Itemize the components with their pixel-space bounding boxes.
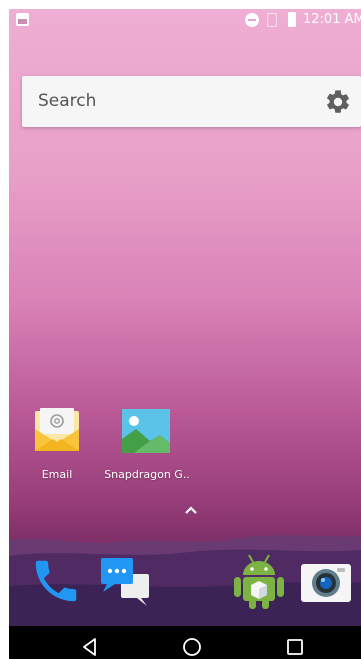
home-icon[interactable] xyxy=(181,636,203,658)
phone-icon[interactable] xyxy=(29,554,83,608)
app-email-label: Email xyxy=(41,468,73,481)
battery-icon xyxy=(288,12,296,27)
recent-apps-icon[interactable] xyxy=(285,637,305,657)
image-notification-icon xyxy=(16,13,29,26)
app-gallery-label: Snapdragon G.. xyxy=(104,468,190,481)
status-time: 12:01 AM xyxy=(303,12,361,27)
app-email[interactable]: Email xyxy=(25,400,89,490)
gear-icon[interactable] xyxy=(323,88,353,116)
email-icon xyxy=(35,408,79,451)
back-icon[interactable] xyxy=(79,636,101,658)
messages-icon[interactable] xyxy=(97,554,153,610)
no-sim-icon xyxy=(267,13,277,27)
gallery-icon xyxy=(122,409,170,453)
search-input[interactable]: Search xyxy=(38,91,96,111)
android-icon[interactable] xyxy=(231,551,287,611)
search-bar[interactable]: Search xyxy=(22,76,361,127)
camera-icon[interactable] xyxy=(297,558,355,606)
app-gallery[interactable]: Snapdragon G.. xyxy=(104,400,190,490)
dock xyxy=(9,526,361,626)
status-bar: 12:01 AM xyxy=(9,9,361,31)
home-screen: 12:01 AM Search Email Snapdragon G.. xyxy=(9,9,361,659)
do-not-disturb-icon xyxy=(245,13,259,27)
navigation-bar xyxy=(9,626,361,659)
chevron-up-icon[interactable] xyxy=(183,504,199,516)
